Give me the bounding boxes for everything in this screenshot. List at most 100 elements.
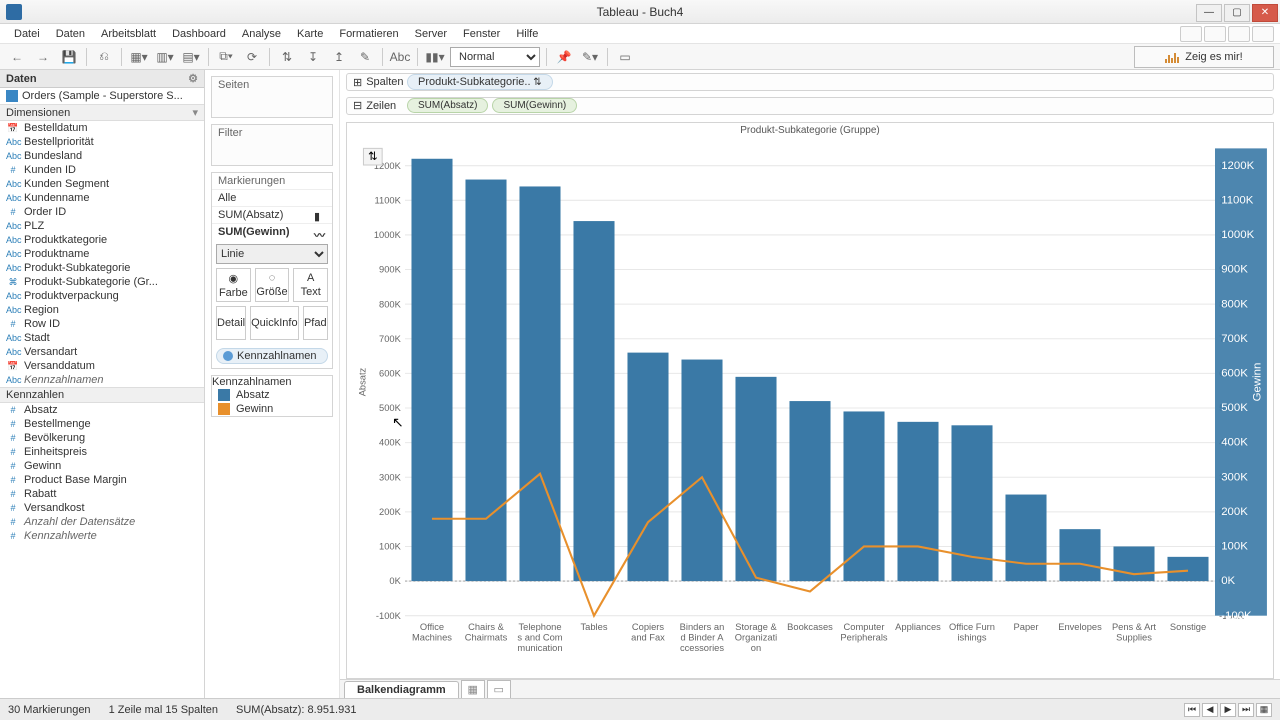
sheet-tab[interactable]: Balkendiagramm [344, 681, 459, 698]
sort-asc-button[interactable]: ↧ [302, 47, 324, 67]
back-button[interactable]: ← [6, 47, 28, 67]
pin-button[interactable]: 📌 [553, 47, 575, 67]
dup-button[interactable]: ⧉▾ [215, 47, 237, 67]
columns-pill[interactable]: Produkt-Subkategorie.. ⇅ [407, 74, 553, 90]
field-versandart[interactable]: AbcVersandart [0, 345, 204, 359]
undo-button[interactable]: ⎌ [93, 47, 115, 67]
menu-karte[interactable]: Karte [289, 26, 331, 42]
sort-desc-button[interactable]: ↥ [328, 47, 350, 67]
rows-pill-gewinn[interactable]: SUM(Gewinn) [492, 98, 577, 113]
forward-button[interactable]: → [32, 47, 54, 67]
field-region[interactable]: AbcRegion [0, 303, 204, 317]
marks-all[interactable]: Alle [212, 189, 332, 206]
connect-button[interactable]: ▦▾ [128, 47, 150, 67]
filter-shelf[interactable]: Filter [211, 124, 333, 166]
maximize-button[interactable]: ▢ [1224, 4, 1250, 22]
field-anzahl-der-datens-tze[interactable]: #Anzahl der Datensätze [0, 515, 204, 529]
help-icon-4[interactable] [1252, 26, 1274, 42]
field-produkt-subkategorie-gr-[interactable]: ⌘Produkt-Subkategorie (Gr... [0, 275, 204, 289]
field-bestellmenge[interactable]: #Bestellmenge [0, 417, 204, 431]
abc-icon: Abc [6, 151, 20, 161]
menu-daten[interactable]: Daten [48, 26, 93, 42]
menu-fenster[interactable]: Fenster [455, 26, 508, 42]
marks-gewinn[interactable]: SUM(Gewinn)〰 [212, 223, 332, 240]
new-db-button[interactable]: ▤▾ [180, 47, 202, 67]
nav-last[interactable]: ⏭ [1238, 703, 1254, 717]
field-rabatt[interactable]: #Rabatt [0, 487, 204, 501]
save-button[interactable]: 💾 [58, 47, 80, 67]
field-bev-lkerung[interactable]: #Bevölkerung [0, 431, 204, 445]
field-produktverpackung[interactable]: AbcProduktverpackung [0, 289, 204, 303]
rows-shelf[interactable]: ⊟Zeilen SUM(Absatz) SUM(Gewinn) [346, 97, 1274, 115]
new-sheet-button[interactable]: ▦ [461, 680, 485, 698]
help-icon-2[interactable] [1204, 26, 1226, 42]
field-kennzahlwerte[interactable]: #Kennzahlwerte [0, 529, 204, 543]
field-absatz[interactable]: #Absatz [0, 403, 204, 417]
field-bestellpriorit-t[interactable]: AbcBestellpriorität [0, 135, 204, 149]
menu-datei[interactable]: Datei [6, 26, 48, 42]
help-icon-1[interactable] [1180, 26, 1202, 42]
field-plz[interactable]: AbcPLZ [0, 219, 204, 233]
pages-shelf[interactable]: Seiten [211, 76, 333, 118]
minimize-button[interactable]: — [1196, 4, 1222, 22]
field-stadt[interactable]: AbcStadt [0, 331, 204, 345]
datasource[interactable]: Orders (Sample - Superstore S... [0, 88, 204, 104]
status-marks: 30 Markierungen [8, 704, 91, 716]
present-button[interactable]: ▭ [614, 47, 636, 67]
field-kunden-segment[interactable]: AbcKunden Segment [0, 177, 204, 191]
field-einheitspreis[interactable]: #Einheitspreis [0, 445, 204, 459]
field-produkt-subkategorie[interactable]: AbcProdukt-Subkategorie [0, 261, 204, 275]
menu-hilfe[interactable]: Hilfe [508, 26, 546, 42]
refresh-button[interactable]: ⟳ [241, 47, 263, 67]
group-button[interactable]: ▮▮▾ [424, 47, 446, 67]
label-button[interactable]: Abc [389, 47, 411, 67]
field-kundenname[interactable]: AbcKundenname [0, 191, 204, 205]
field-bestelldatum[interactable]: 📅Bestelldatum [0, 121, 204, 135]
marks-absatz[interactable]: SUM(Absatz)▮ [212, 206, 332, 223]
fit-select[interactable]: Normal [450, 47, 540, 67]
menu-server[interactable]: Server [407, 26, 455, 42]
field-gewinn[interactable]: #Gewinn [0, 459, 204, 473]
nav-next[interactable]: ▶ [1220, 703, 1236, 717]
color-pill[interactable]: Kennzahlnamen [216, 348, 328, 364]
data-panel: Daten⚙ Orders (Sample - Superstore S... … [0, 70, 205, 698]
field-versanddatum[interactable]: 📅Versanddatum [0, 359, 204, 373]
detail-card[interactable]: Detail [216, 306, 246, 340]
new-dashboard-button[interactable]: ▭ [487, 680, 511, 698]
field-produktname[interactable]: AbcProduktname [0, 247, 204, 261]
field-kennzahlnamen[interactable]: AbcKennzahlnamen [0, 373, 204, 387]
mark-type-select[interactable]: Linie [216, 244, 328, 264]
field-bundesland[interactable]: AbcBundesland [0, 149, 204, 163]
nav-prev[interactable]: ◀ [1202, 703, 1218, 717]
menu-dashboard[interactable]: Dashboard [164, 26, 234, 42]
menu-arbeitsblatt[interactable]: Arbeitsblatt [93, 26, 164, 42]
legend-absatz[interactable]: Absatz [212, 388, 332, 402]
field-kunden-id[interactable]: #Kunden ID [0, 163, 204, 177]
worksheet-button[interactable]: ✎▾ [579, 47, 601, 67]
text-card[interactable]: AText [293, 268, 328, 302]
help-icon-3[interactable] [1228, 26, 1250, 42]
swap-button[interactable]: ⇅ [276, 47, 298, 67]
path-card[interactable]: Pfad [303, 306, 328, 340]
chart[interactable]: Produkt-Subkategorie (Gruppe) 1200K1200K… [346, 122, 1274, 679]
field-versandkost[interactable]: #Versandkost [0, 501, 204, 515]
menu-analyse[interactable]: Analyse [234, 26, 289, 42]
close-button[interactable]: ✕ [1252, 4, 1278, 22]
field-row-id[interactable]: #Row ID [0, 317, 204, 331]
field-produktkategorie[interactable]: AbcProduktkategorie [0, 233, 204, 247]
show-me-button[interactable]: Zeig es mir! [1134, 46, 1274, 68]
field-order-id[interactable]: #Order ID [0, 205, 204, 219]
legend-gewinn[interactable]: Gewinn [212, 402, 332, 416]
tooltip-card[interactable]: QuickInfo [250, 306, 298, 340]
gear-icon[interactable]: ⚙ [188, 72, 198, 85]
color-card[interactable]: ◉Farbe [216, 268, 251, 302]
field-product-base-margin[interactable]: #Product Base Margin [0, 473, 204, 487]
menu-formatieren[interactable]: Formatieren [331, 26, 406, 42]
nav-menu[interactable]: ▦ [1256, 703, 1272, 717]
nav-first[interactable]: ⏮ [1184, 703, 1200, 717]
size-card[interactable]: ◌Größe [255, 268, 290, 302]
new-ws-button[interactable]: ▥▾ [154, 47, 176, 67]
highlight-button[interactable]: ✎ [354, 47, 376, 67]
rows-pill-absatz[interactable]: SUM(Absatz) [407, 98, 488, 113]
columns-shelf[interactable]: ⊞Spalten Produkt-Subkategorie.. ⇅ [346, 73, 1274, 91]
